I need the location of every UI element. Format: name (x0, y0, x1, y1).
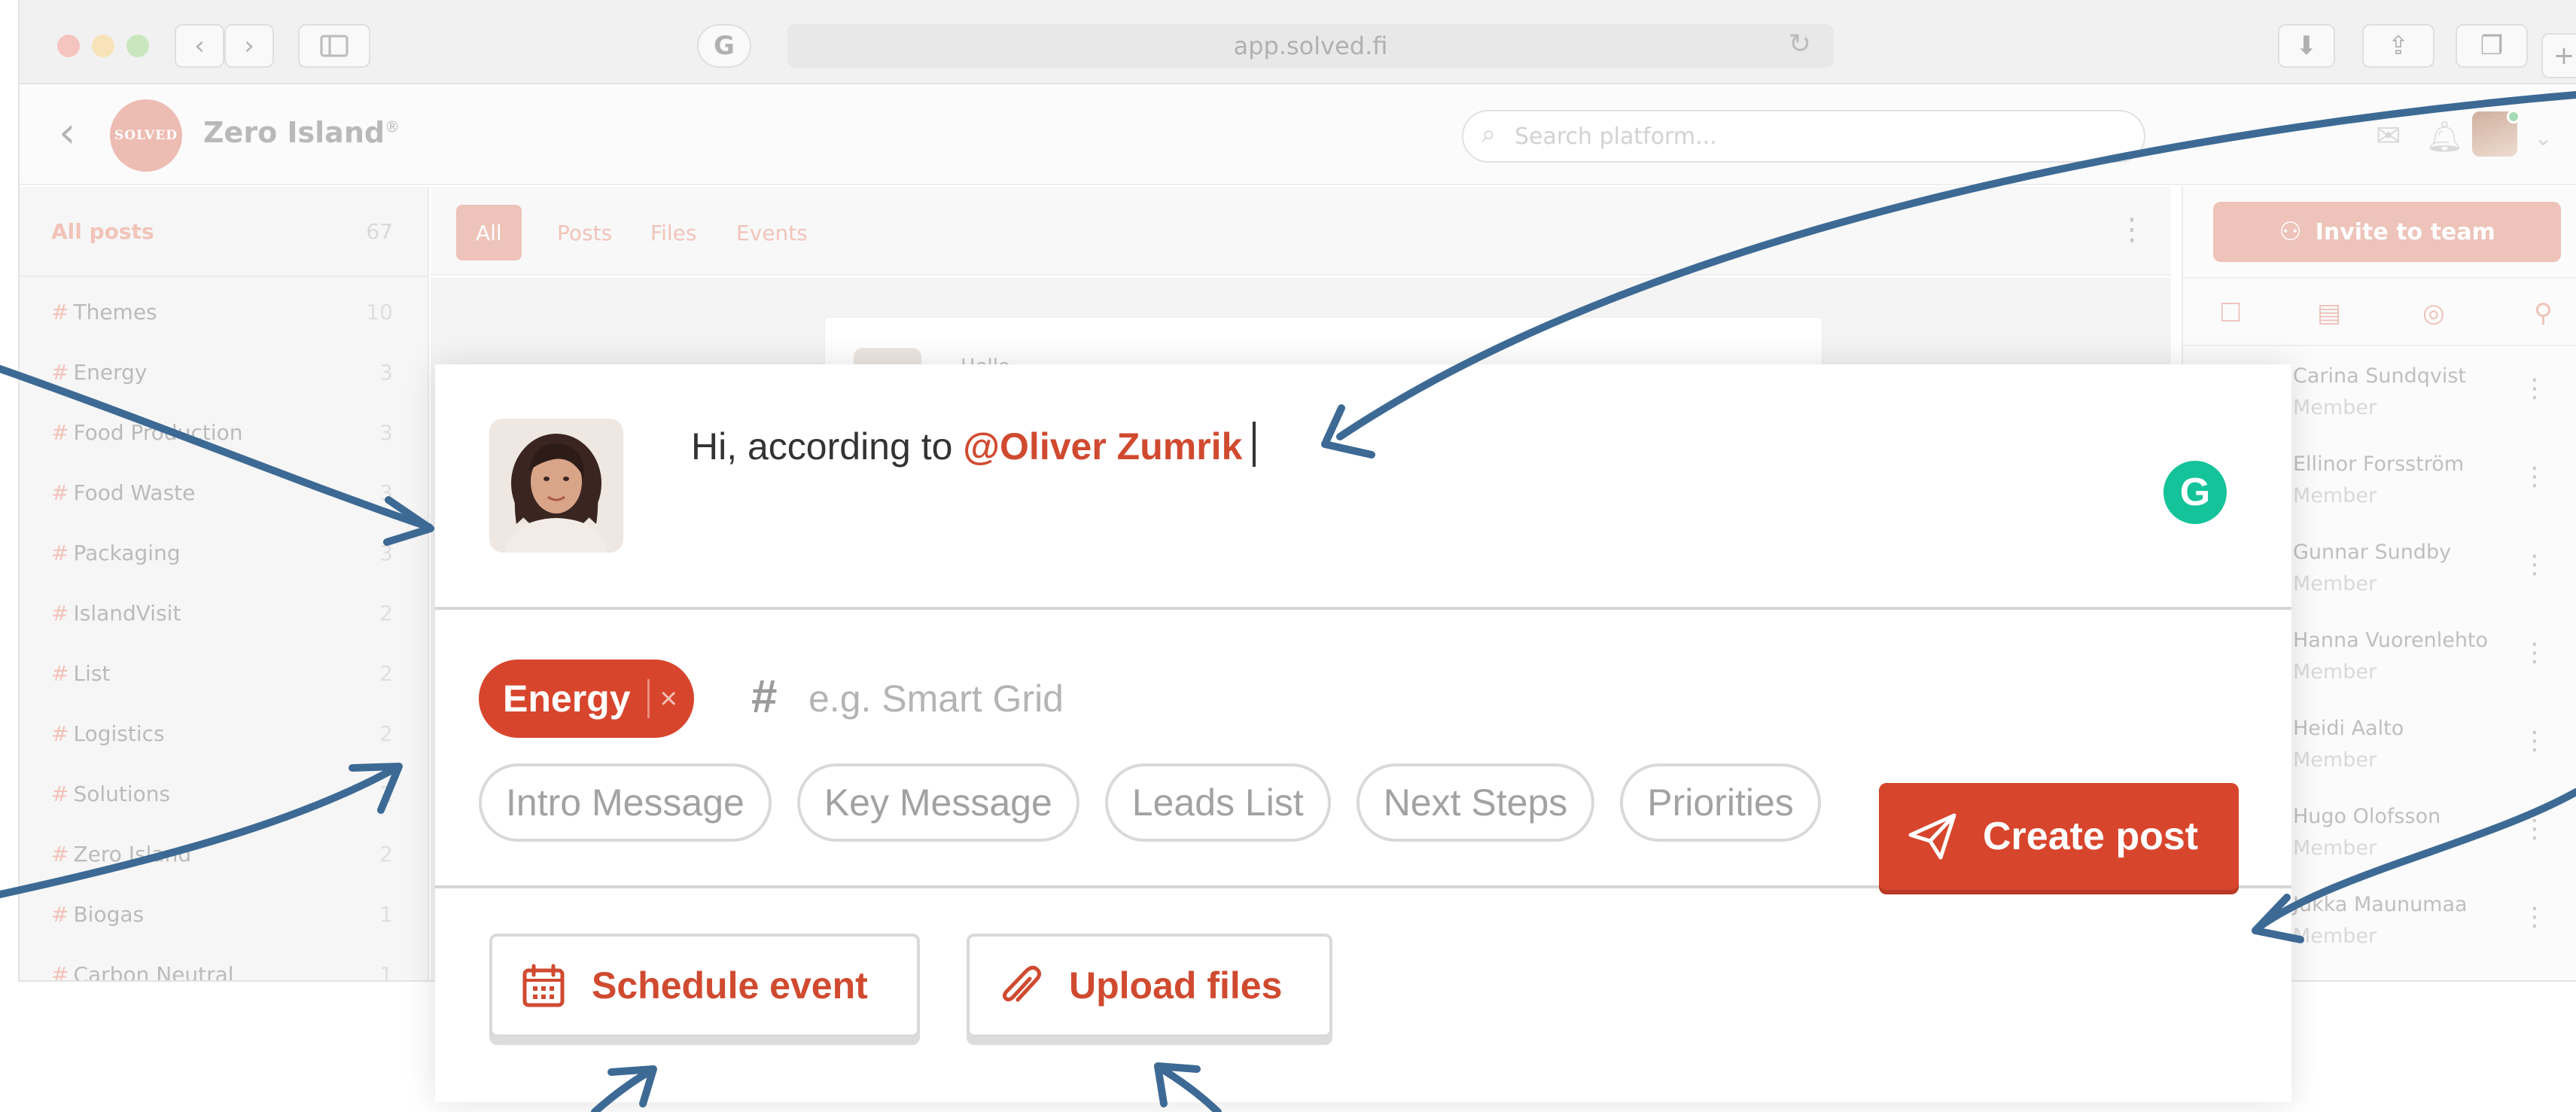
send-icon (1908, 812, 1957, 861)
chip-divider (647, 679, 650, 718)
tag-label: Energy (503, 678, 631, 720)
post-text-input[interactable]: Hi, according to @Oliver Zumrik (691, 422, 1256, 468)
suggestion-label: Key Message (824, 781, 1052, 824)
tag-suggestion-key-message[interactable]: Key Message (796, 763, 1079, 842)
upload-files-button[interactable]: Upload files (967, 934, 1332, 1037)
calendar-icon (522, 964, 565, 1007)
post-text: Hi, according to (691, 425, 964, 468)
author-photo (489, 419, 623, 553)
tag-suggestion-leads-list[interactable]: Leads List (1104, 763, 1331, 842)
grammarly-icon[interactable]: G (2163, 461, 2227, 524)
suggestion-label: Priorities (1647, 781, 1794, 824)
selected-tag-chip[interactable]: Energy × (479, 660, 694, 738)
grammarly-letter: G (2179, 471, 2211, 514)
paperclip-icon (1000, 964, 1042, 1007)
suggestion-label: Leads List (1131, 781, 1304, 824)
suggestion-label: Next Steps (1383, 781, 1568, 824)
upload-label: Upload files (1069, 964, 1283, 1007)
tag-suggestions: Intro Message Key Message Leads List Nex… (479, 763, 1821, 842)
tag-suggestion-intro-message[interactable]: Intro Message (479, 763, 772, 842)
post-composer: Hi, according to @Oliver Zumrik G Energy… (435, 364, 2291, 1102)
author-avatar (489, 419, 623, 553)
composer-actions: Schedule event Upload files (435, 891, 2291, 1102)
tag-suggestion-priorities[interactable]: Priorities (1620, 763, 1821, 842)
hashtag-icon: # (751, 671, 778, 723)
user-mention[interactable]: @Oliver Zumrik (963, 425, 1242, 468)
tag-input[interactable] (808, 670, 1335, 727)
suggestion-label: Intro Message (506, 781, 744, 824)
create-post-button[interactable]: Create post (1879, 783, 2239, 890)
schedule-event-button[interactable]: Schedule event (489, 934, 920, 1037)
composer-text-area[interactable]: Hi, according to @Oliver Zumrik G (435, 364, 2291, 610)
text-caret (1253, 422, 1256, 467)
create-post-label: Create post (1983, 815, 2199, 858)
remove-tag-icon[interactable]: × (660, 682, 677, 716)
schedule-label: Schedule event (592, 964, 868, 1007)
tag-suggestion-next-steps[interactable]: Next Steps (1356, 763, 1595, 842)
